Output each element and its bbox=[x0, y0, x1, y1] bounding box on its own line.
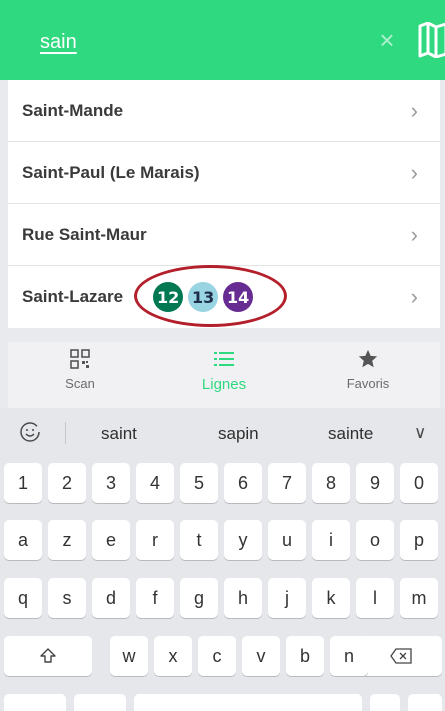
key-w[interactable]: w bbox=[110, 636, 148, 676]
key-v[interactable]: v bbox=[242, 636, 280, 676]
soft-keyboard: saint sapin sainte ∨ 1234567890 azertyui… bbox=[0, 408, 445, 711]
star-icon bbox=[357, 348, 379, 370]
tab-label: Scan bbox=[65, 376, 95, 391]
backspace-key[interactable] bbox=[360, 636, 442, 676]
comma-key[interactable] bbox=[74, 694, 126, 711]
station-name: Saint-Mande bbox=[22, 100, 124, 120]
key-5[interactable]: 5 bbox=[180, 463, 218, 503]
key-j[interactable]: j bbox=[268, 578, 306, 618]
tab-lignes[interactable]: Lignes bbox=[152, 342, 296, 408]
period-key[interactable] bbox=[370, 694, 400, 711]
key-9[interactable]: 9 bbox=[356, 463, 394, 503]
key-1[interactable]: 1 bbox=[4, 463, 42, 503]
suggestion-item[interactable]: sainte bbox=[328, 424, 373, 444]
key-h[interactable]: h bbox=[224, 578, 262, 618]
key-s[interactable]: s bbox=[48, 578, 86, 618]
metro-line-badge: 14 bbox=[223, 282, 254, 312]
station-name: Saint-Lazare bbox=[22, 287, 124, 306]
key-b[interactable]: b bbox=[286, 636, 324, 676]
key-7[interactable]: 7 bbox=[268, 463, 306, 503]
key-n[interactable]: n bbox=[330, 636, 368, 676]
tab-favoris[interactable]: Favoris bbox=[296, 342, 440, 408]
chevron-right-icon: › bbox=[410, 159, 418, 185]
station-name: Saint-Paul (Le Marais) bbox=[22, 162, 200, 182]
suggestion-item[interactable]: sapin bbox=[218, 424, 259, 444]
key-l[interactable]: l bbox=[356, 578, 394, 618]
key-2[interactable]: 2 bbox=[48, 463, 86, 503]
key-6[interactable]: 6 bbox=[224, 463, 262, 503]
key-t[interactable]: t bbox=[180, 520, 218, 560]
key-4[interactable]: 4 bbox=[136, 463, 174, 503]
shift-key[interactable] bbox=[4, 636, 92, 676]
suggestion-bar: saint sapin sainte ∨ bbox=[0, 408, 445, 458]
tab-label: Lignes bbox=[201, 376, 247, 393]
list-icon bbox=[214, 348, 234, 370]
key-d[interactable]: d bbox=[92, 578, 130, 618]
key-o[interactable]: o bbox=[356, 520, 394, 560]
key-r[interactable]: r bbox=[136, 520, 174, 560]
chevron-right-icon: › bbox=[410, 97, 418, 123]
key-u[interactable]: u bbox=[268, 520, 306, 560]
map-icon[interactable] bbox=[418, 22, 445, 58]
tab-scan[interactable]: Scan bbox=[8, 342, 152, 408]
key-0[interactable]: 0 bbox=[400, 463, 438, 503]
search-query[interactable]: sain bbox=[40, 31, 77, 53]
chevron-right-icon: › bbox=[410, 284, 418, 309]
key-a[interactable]: a bbox=[4, 520, 42, 560]
search-header: sain × bbox=[0, 0, 445, 80]
shift-icon bbox=[40, 648, 56, 663]
key-x[interactable]: x bbox=[154, 636, 192, 676]
list-item[interactable]: Saint-Lazare 12 13 14 › bbox=[8, 265, 440, 328]
letter-row-1: azertyuiop bbox=[0, 520, 445, 568]
space-key[interactable] bbox=[134, 694, 362, 711]
key-c[interactable]: c bbox=[198, 636, 236, 676]
key-3[interactable]: 3 bbox=[92, 463, 130, 503]
key-m[interactable]: m bbox=[400, 578, 438, 618]
bottom-nav: Scan Lignes Favoris bbox=[8, 342, 440, 408]
list-item[interactable]: Saint-Paul (Le Marais) › bbox=[8, 142, 440, 204]
key-k[interactable]: k bbox=[312, 578, 350, 618]
key-f[interactable]: f bbox=[136, 578, 174, 618]
station-name: Rue Saint-Maur bbox=[22, 224, 147, 244]
list-item[interactable]: Saint-Mande › bbox=[8, 80, 440, 142]
qr-code-icon bbox=[70, 348, 90, 370]
metro-lines: 12 13 14 bbox=[134, 265, 288, 327]
chevron-down-icon[interactable]: ∨ bbox=[414, 423, 426, 443]
search-input[interactable]: sain bbox=[40, 31, 77, 63]
letter-row-3: wxcvbn bbox=[0, 636, 445, 684]
list-item[interactable]: Rue Saint-Maur › bbox=[8, 204, 440, 266]
key-y[interactable]: y bbox=[224, 520, 262, 560]
key-i[interactable]: i bbox=[312, 520, 350, 560]
metro-line-badge: 13 bbox=[188, 282, 219, 312]
enter-key[interactable] bbox=[408, 694, 442, 711]
key-z[interactable]: z bbox=[48, 520, 86, 560]
suggestion-item[interactable]: saint bbox=[101, 424, 137, 444]
divider bbox=[65, 422, 66, 444]
metro-line-badge: 12 bbox=[153, 282, 184, 312]
key-8[interactable]: 8 bbox=[312, 463, 350, 503]
key-q[interactable]: q bbox=[4, 578, 42, 618]
letter-row-2: qsdfghjklm bbox=[0, 578, 445, 626]
tab-label: Favoris bbox=[346, 376, 390, 391]
key-g[interactable]: g bbox=[180, 578, 218, 618]
key-e[interactable]: e bbox=[92, 520, 130, 560]
key-p[interactable]: p bbox=[400, 520, 438, 560]
chevron-right-icon: › bbox=[410, 221, 418, 247]
bottom-row bbox=[0, 694, 445, 711]
number-row: 1234567890 bbox=[0, 463, 445, 511]
emoji-icon[interactable] bbox=[18, 420, 42, 444]
clear-icon[interactable]: × bbox=[373, 26, 401, 54]
backspace-icon bbox=[390, 648, 412, 664]
symbols-key[interactable] bbox=[4, 694, 66, 711]
station-results-list: Saint-Mande › Saint-Paul (Le Marais) › R… bbox=[8, 80, 440, 328]
